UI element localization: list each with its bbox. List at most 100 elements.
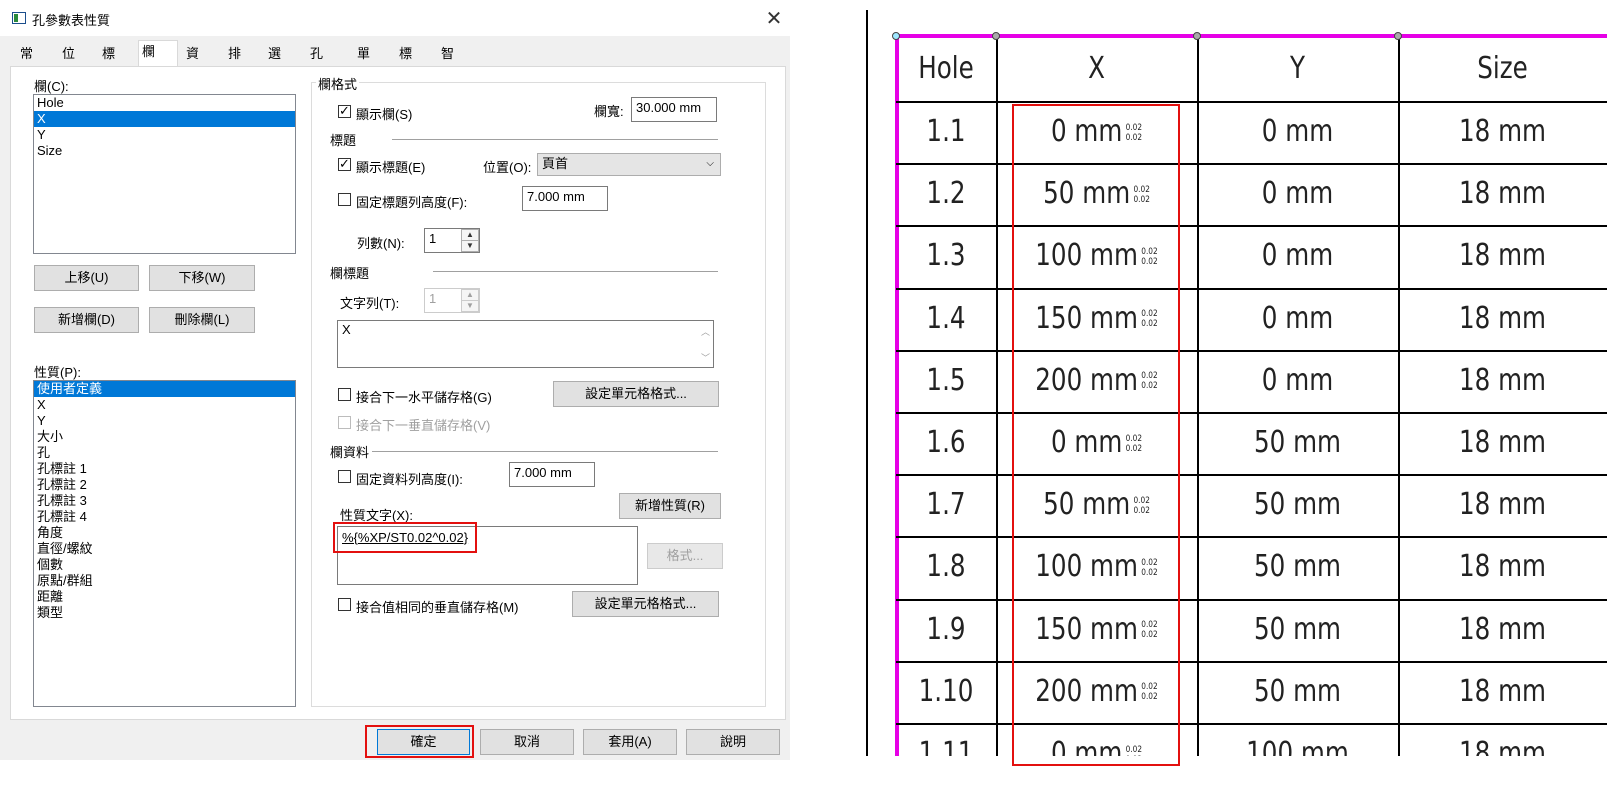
cell-value: 50 mm (1253, 611, 1342, 647)
size-cell: 18 mm (1417, 350, 1588, 412)
apply-button[interactable]: 套用(A) (583, 729, 677, 755)
cell-value: 150 mm (1035, 611, 1138, 647)
tab-options[interactable]: 選項 (264, 42, 285, 83)
size-cell: 18 mm (1417, 288, 1588, 350)
data-row-height-input[interactable]: 7.000 mm (509, 462, 595, 487)
scroll-up-icon[interactable]: ︿ (701, 323, 710, 341)
list-item[interactable]: 孔標註 4 (34, 509, 295, 525)
spin-up-icon[interactable]: ▲ (462, 230, 478, 241)
header-text-value: X (342, 322, 351, 337)
list-item[interactable]: 孔標註 3 (34, 493, 295, 509)
cancel-button[interactable]: 取消 (480, 729, 574, 755)
list-item[interactable]: 孔 (34, 445, 295, 461)
tolerance-upper: 0.02 (1125, 122, 1143, 133)
merge-horizontal-checkbox[interactable] (338, 388, 351, 401)
spin-down-icon: ▼ (466, 300, 474, 310)
tolerance: 0.020.02 (1141, 558, 1157, 578)
tolerance: 0.020.02 (1141, 309, 1157, 329)
tolerance: 0.020.02 (1141, 371, 1157, 391)
properties-list[interactable]: 使用者定義 X Y 大小 孔 孔標註 1 孔標註 2 孔標註 3 孔標註 4 角… (33, 380, 296, 707)
tolerance: 0.020.02 (1141, 247, 1157, 267)
fix-header-row-height-checkbox[interactable] (338, 193, 351, 206)
set-cell-format-button-2[interactable]: 設定單元格格式... (572, 591, 719, 617)
tab-sort[interactable]: 排序 (224, 42, 245, 83)
tolerance: 0.020.02 (1133, 185, 1149, 205)
list-item[interactable]: Y (34, 413, 295, 429)
list-item[interactable]: Size (34, 143, 295, 159)
fix-data-row-height-label: 固定資料列高度(I): (356, 472, 463, 487)
list-item[interactable]: Y (34, 127, 295, 143)
rows-stepper[interactable]: 1 ▲ ▼ (424, 228, 480, 253)
help-button[interactable]: 說明 (686, 729, 780, 755)
x-cell: 50 mm 0.02 0.02 (1014, 474, 1179, 536)
tab-hole-number[interactable]: 孔編號 (306, 42, 327, 105)
merge-same-vertical-checkbox[interactable] (338, 598, 351, 611)
tab-annotation[interactable]: 標註 (395, 42, 416, 83)
list-item[interactable]: X (34, 397, 295, 413)
tab-data[interactable]: 資料 (182, 42, 203, 83)
add-column-button[interactable]: 新增欄(D) (34, 307, 139, 333)
y-cell: 50 mm (1215, 536, 1380, 598)
y-cell: 50 mm (1215, 599, 1380, 661)
tab-position[interactable]: 位置 (58, 42, 79, 83)
tolerance-upper: 0.02 (1133, 184, 1150, 195)
position-select[interactable]: 頁首 ⌵ (537, 153, 721, 176)
tab-columns[interactable]: 欄 (138, 40, 178, 66)
fix-data-row-height-checkbox[interactable] (338, 470, 351, 483)
close-icon[interactable]: ✕ (762, 6, 786, 31)
property-text-label: 性質文字(X): (340, 508, 413, 523)
add-property-button[interactable]: 新增性質(R) (619, 493, 721, 519)
show-column-label: 顯示欄(S) (356, 107, 413, 122)
cell-value: 18 mm (1458, 611, 1547, 647)
list-item[interactable]: 直徑/螺紋 (34, 541, 295, 557)
cell-value: 50 mm (1043, 487, 1131, 523)
tab-units[interactable]: 單位 (353, 42, 374, 83)
list-item[interactable]: 個數 (34, 557, 295, 573)
show-header-checkbox[interactable] (338, 156, 351, 172)
list-item[interactable]: Hole (34, 95, 295, 111)
columns-list[interactable]: Hole X Y Size (33, 94, 296, 254)
columns-label: 欄(C): (34, 79, 69, 94)
column-width-input[interactable]: 30.000 mm (631, 97, 717, 122)
list-item[interactable]: 原點/群組 (34, 573, 295, 589)
size-cell: 18 mm (1417, 474, 1588, 536)
list-item[interactable]: 類型 (34, 605, 295, 621)
property-text-area[interactable]: %{%XP/ST0.02^0.02} (337, 526, 638, 585)
list-item[interactable]: X (34, 111, 295, 127)
set-cell-format-button[interactable]: 設定單元格格式... (553, 381, 719, 407)
cell-value: 200 mm (1035, 673, 1138, 709)
size-cell: 18 mm (1417, 163, 1588, 225)
column-data-section-label: 欄資料 (330, 445, 370, 460)
delete-column-button[interactable]: 刪除欄(L) (149, 307, 255, 333)
header-row-height-input[interactable]: 7.000 mm (522, 186, 608, 211)
list-item[interactable]: 大小 (34, 429, 295, 445)
tab-title[interactable]: 標題 (98, 42, 119, 83)
header-text-area[interactable]: X ︿ ﹀ (337, 320, 714, 368)
list-item[interactable]: 使用者定義 (34, 381, 295, 397)
rows-spinner[interactable]: ▲ ▼ (461, 229, 479, 252)
tab-general[interactable]: 常規 (16, 42, 37, 83)
show-column-checkbox[interactable] (338, 103, 351, 119)
list-item[interactable]: 角度 (34, 525, 295, 541)
list-item[interactable]: 孔標註 2 (34, 477, 295, 493)
hole-cell: 1.4 (905, 288, 987, 350)
y-cell: 0 mm (1215, 163, 1380, 225)
list-item[interactable]: 距離 (34, 589, 295, 605)
move-up-button[interactable]: 上移(U) (34, 265, 139, 291)
move-down-button[interactable]: 下移(W) (149, 265, 255, 291)
tab-smart-depth[interactable]: 智慧深度 (437, 42, 458, 127)
x-cell: 0 mm0.020.02 (1014, 412, 1179, 474)
cell-value: 100 mm (1035, 238, 1138, 274)
header-cell: Size (1477, 51, 1528, 86)
cell-value: 18 mm (1458, 425, 1547, 460)
ok-button[interactable]: 確定 (377, 729, 470, 755)
scroll-down-icon[interactable]: ﹀ (701, 349, 710, 367)
hole-table-drawing: Hole X Y Size 1.1 0 mm 0.02 0.02 0 mm 18 mm 1.2 50 … (850, 0, 1607, 790)
grip-point (1394, 32, 1402, 40)
x-column-highlight-bottom (1012, 756, 1180, 766)
properties-dialog: 孔參數表性質 ✕ 常規 位置 標題 欄 資料 排序 選項 孔編號 單位 標註 智… (0, 0, 790, 760)
spin-down-icon[interactable]: ▼ (462, 241, 478, 252)
list-item[interactable]: 孔標註 1 (34, 461, 295, 477)
cell-value: 100 mm (1035, 549, 1138, 585)
cell-value: 18 mm (1458, 176, 1547, 212)
